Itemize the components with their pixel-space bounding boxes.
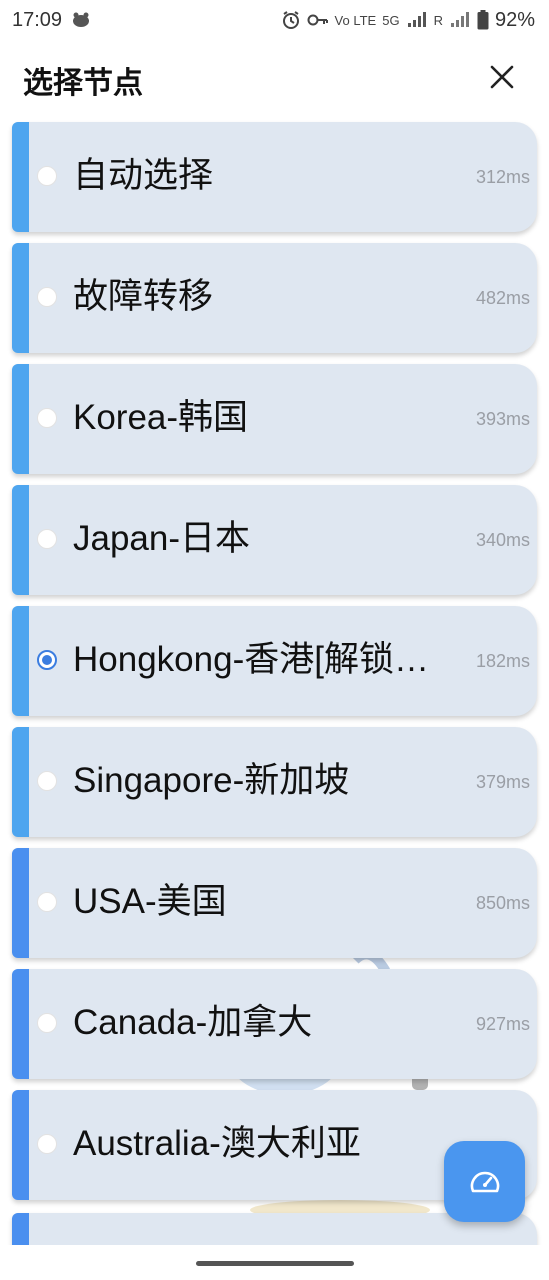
node-item-korea[interactable]: Korea-韩国 393ms	[12, 364, 537, 474]
accent-bar	[12, 122, 29, 232]
close-button[interactable]	[480, 55, 524, 99]
node-item-hongkong[interactable]: Hongkong-香港[解锁… 182ms	[12, 606, 537, 716]
node-list[interactable]: 自动选择 312ms 故障转移 482ms Korea-韩国 393ms Jap…	[0, 120, 549, 1245]
node-name: Australia-澳大利亚	[73, 1124, 361, 1163]
radio-button[interactable]	[37, 1013, 57, 1033]
node-item-failover[interactable]: 故障转移 482ms	[12, 243, 537, 353]
node-name: Canada-加拿大	[73, 1003, 313, 1042]
page-title: 选择节点	[23, 67, 143, 100]
battery-icon	[477, 10, 489, 30]
radio-button[interactable]	[37, 771, 57, 791]
status-time: 17:09	[12, 8, 63, 31]
node-name: Korea-韩国	[73, 398, 249, 437]
node-name: 故障转移	[73, 277, 214, 316]
accent-bar	[12, 485, 29, 595]
node-latency: 340ms	[475, 530, 530, 550]
node-item-usa[interactable]: USA-美国 850ms	[12, 848, 537, 958]
home-indicator[interactable]	[196, 1261, 354, 1266]
accent-bar	[12, 848, 29, 958]
node-name: USA-美国	[73, 882, 227, 921]
status-bar-right: Vo LTE 5G R 92%	[281, 9, 535, 32]
accent-bar	[12, 727, 29, 837]
speed-test-button[interactable]	[444, 1141, 525, 1222]
node-latency: 850ms	[475, 893, 530, 913]
accent-bar	[12, 969, 29, 1079]
radio-button[interactable]	[37, 892, 57, 912]
node-latency: 393ms	[475, 409, 530, 429]
node-item-auto-select[interactable]: 自动选择 312ms	[12, 122, 537, 232]
radio-button[interactable]	[37, 408, 57, 428]
node-name: Hongkong-香港[解锁…	[73, 640, 429, 679]
speedometer-icon	[470, 1171, 499, 1192]
radio-button[interactable]	[37, 166, 57, 186]
node-name: 自动选择	[73, 156, 214, 195]
radio-button-selected[interactable]	[37, 650, 57, 670]
close-icon	[490, 65, 514, 89]
status-bar: 17:09 Vo LTE 5G R 92%	[0, 0, 549, 40]
node-name: Japan-日本	[73, 519, 251, 558]
accent-bar	[12, 1090, 29, 1200]
signal-icon-2	[449, 11, 471, 29]
accent-bar	[12, 606, 29, 716]
accent-bar	[12, 364, 29, 474]
status-bar-left: 17:09	[12, 9, 92, 32]
key-icon	[307, 13, 329, 27]
node-latency: 927ms	[475, 1014, 530, 1034]
accent-bar	[12, 1213, 29, 1245]
node-item-singapore[interactable]: Singapore-新加坡 379ms	[12, 727, 537, 837]
alarm-icon	[281, 10, 301, 30]
node-latency: 312ms	[475, 167, 530, 187]
node-name: Singapore-新加坡	[73, 761, 350, 800]
network-type: 5G	[382, 12, 400, 28]
radio-button[interactable]	[37, 529, 57, 549]
node-latency: 482ms	[475, 288, 530, 308]
dialog-header: 选择节点	[0, 40, 549, 120]
node-item-japan[interactable]: Japan-日本 340ms	[12, 485, 537, 595]
node-item-canada[interactable]: Canada-加拿大 927ms	[12, 969, 537, 1079]
radio-button[interactable]	[37, 1134, 57, 1154]
accent-bar	[12, 243, 29, 353]
roaming-indicator: R	[433, 12, 443, 28]
node-latency: 182ms	[475, 651, 530, 671]
volte-indicator: Vo LTE	[334, 12, 377, 28]
navigation-bar	[0, 1245, 549, 1280]
node-latency: 379ms	[475, 772, 530, 792]
battery-percent: 92%	[494, 8, 535, 31]
radio-button[interactable]	[37, 287, 57, 307]
signal-icon	[406, 11, 428, 29]
notification-app-icon	[70, 11, 92, 29]
